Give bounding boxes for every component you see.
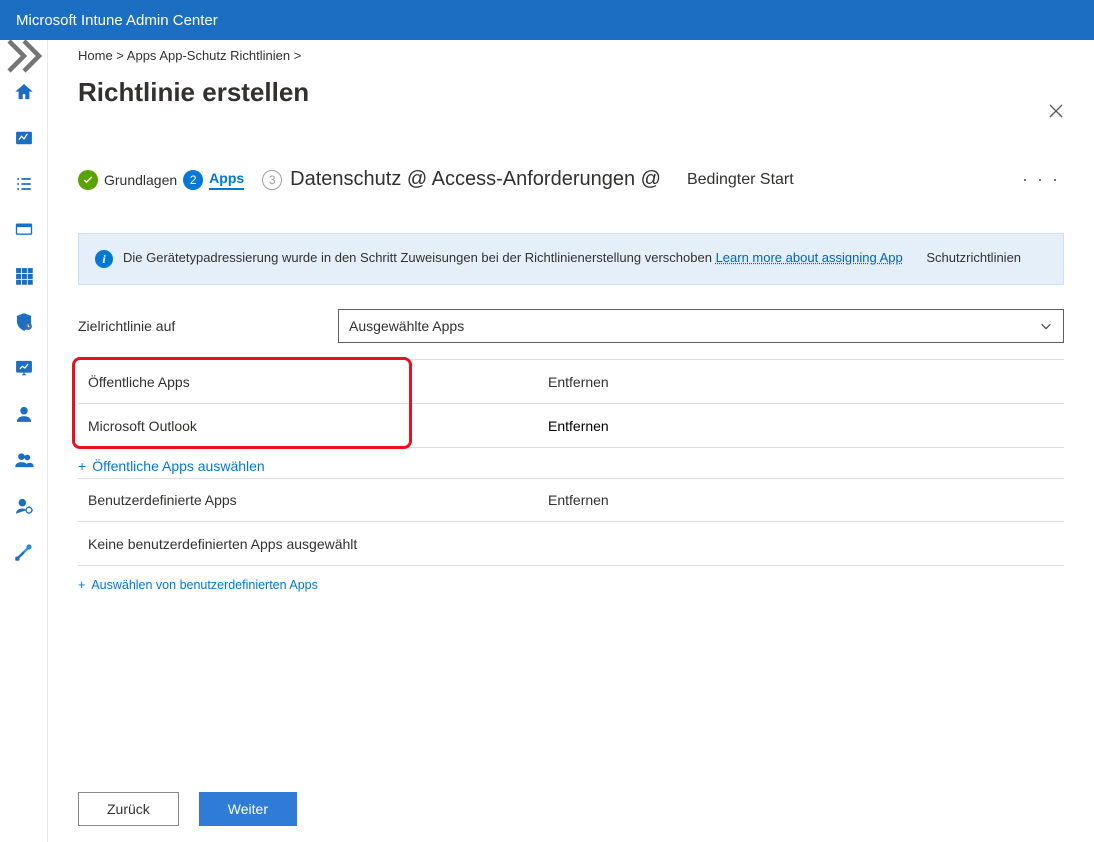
custom-apps-header-remove: Entfernen — [548, 492, 1064, 508]
shield-icon — [14, 312, 34, 332]
users-icon — [14, 450, 34, 470]
tools-icon — [14, 542, 34, 562]
home-icon — [14, 82, 34, 102]
custom-apps-header-row: Benutzerdefinierte Apps Entfernen — [78, 478, 1064, 522]
sidebar — [0, 40, 48, 842]
user-icon — [14, 404, 34, 424]
page-title: Richtlinie erstellen — [78, 77, 1064, 108]
close-icon — [1048, 103, 1064, 119]
user-gear-icon — [14, 496, 34, 516]
step-5-label[interactable]: Bedingter Start — [687, 171, 794, 189]
info-icon: i — [95, 250, 113, 268]
public-app-remove-link[interactable]: Entfernen — [548, 418, 609, 434]
layout: Home > Apps App-Schutz Richtlinien > Ric… — [0, 40, 1094, 842]
sidebar-item-apps[interactable] — [4, 256, 44, 296]
custom-apps-table: Benutzerdefinierte Apps Entfernen Keine … — [78, 478, 1064, 566]
step-1-label[interactable]: Grundlagen — [104, 172, 177, 188]
next-button[interactable]: Weiter — [199, 792, 297, 826]
plus-icon: + — [78, 458, 86, 474]
public-apps-header-row: Öffentliche Apps Entfernen — [78, 360, 1064, 404]
breadcrumb: Home > Apps App-Schutz Richtlinien > — [78, 48, 1064, 63]
sidebar-item-endpoint-security[interactable] — [4, 302, 44, 342]
sidebar-item-reports[interactable] — [4, 348, 44, 388]
wizard-footer: Zurück Weiter — [78, 792, 297, 826]
sidebar-item-dashboard[interactable] — [4, 118, 44, 158]
info-banner: i Die Gerätetypadressierung wurde in den… — [78, 233, 1064, 285]
public-apps-header-remove: Entfernen — [548, 374, 1064, 390]
public-apps-row: Microsoft Outlook Entfernen — [78, 404, 1064, 448]
sidebar-item-home[interactable] — [4, 72, 44, 112]
sidebar-item-troubleshoot[interactable] — [4, 532, 44, 572]
top-bar: Microsoft Intune Admin Center — [0, 0, 1094, 40]
close-button[interactable] — [1048, 102, 1064, 125]
target-policy-value: Ausgewählte Apps — [349, 318, 464, 334]
monitor-icon — [14, 220, 34, 240]
plus-icon: + — [78, 578, 85, 592]
target-policy-row: Zielrichtlinie auf Ausgewählte Apps — [78, 309, 1064, 343]
dashboard-icon — [14, 128, 34, 148]
target-policy-label: Zielrichtlinie auf — [78, 318, 338, 334]
sidebar-item-tenant-admin[interactable] — [4, 486, 44, 526]
sidebar-item-groups[interactable] — [4, 440, 44, 480]
custom-apps-empty-row: Keine benutzerdefinierten Apps ausgewähl… — [78, 522, 1064, 566]
public-apps-header-name: Öffentliche Apps — [78, 374, 548, 390]
add-public-apps-label: Öffentliche Apps auswählen — [92, 458, 265, 474]
add-custom-apps-link[interactable]: + Auswählen von benutzerdefinierten Apps — [78, 578, 1064, 592]
sidebar-item-devices[interactable] — [4, 210, 44, 250]
add-public-apps-link[interactable]: + Öffentliche Apps auswählen — [78, 458, 1064, 474]
breadcrumb-apps[interactable]: Apps App-Schutz Richtlinien > — [127, 48, 302, 63]
sidebar-item-all-services[interactable] — [4, 164, 44, 204]
topbar-title: Microsoft Intune Admin Center — [16, 12, 218, 29]
public-app-name: Microsoft Outlook — [78, 418, 548, 434]
breadcrumb-home[interactable]: Home > — [78, 48, 124, 63]
list-icon — [14, 174, 34, 194]
public-apps-table: Öffentliche Apps Entfernen Microsoft Out… — [78, 359, 1064, 448]
sidebar-item-users[interactable] — [4, 394, 44, 434]
sidebar-collapse-toggle[interactable] — [0, 46, 48, 66]
custom-apps-empty-text: Keine benutzerdefinierten Apps ausgewähl… — [78, 536, 548, 552]
info-trail-text: Schutzrichtlinien — [926, 250, 1021, 265]
grid-icon — [14, 266, 34, 286]
custom-apps-header-name: Benutzerdefinierte Apps — [78, 492, 548, 508]
info-learn-more-link[interactable]: Learn more about assigning App — [716, 250, 903, 265]
main-panel: Home > Apps App-Schutz Richtlinien > Ric… — [48, 40, 1094, 842]
chevron-down-icon — [1039, 319, 1053, 333]
info-text: Die Gerätetypadressierung wurde in den S… — [123, 250, 712, 265]
back-button[interactable]: Zurück — [78, 792, 179, 826]
target-policy-dropdown[interactable]: Ausgewählte Apps — [338, 309, 1064, 343]
add-custom-apps-label: Auswählen von benutzerdefinierten Apps — [91, 578, 318, 592]
screen-chart-icon — [14, 358, 34, 378]
check-icon — [82, 174, 94, 186]
